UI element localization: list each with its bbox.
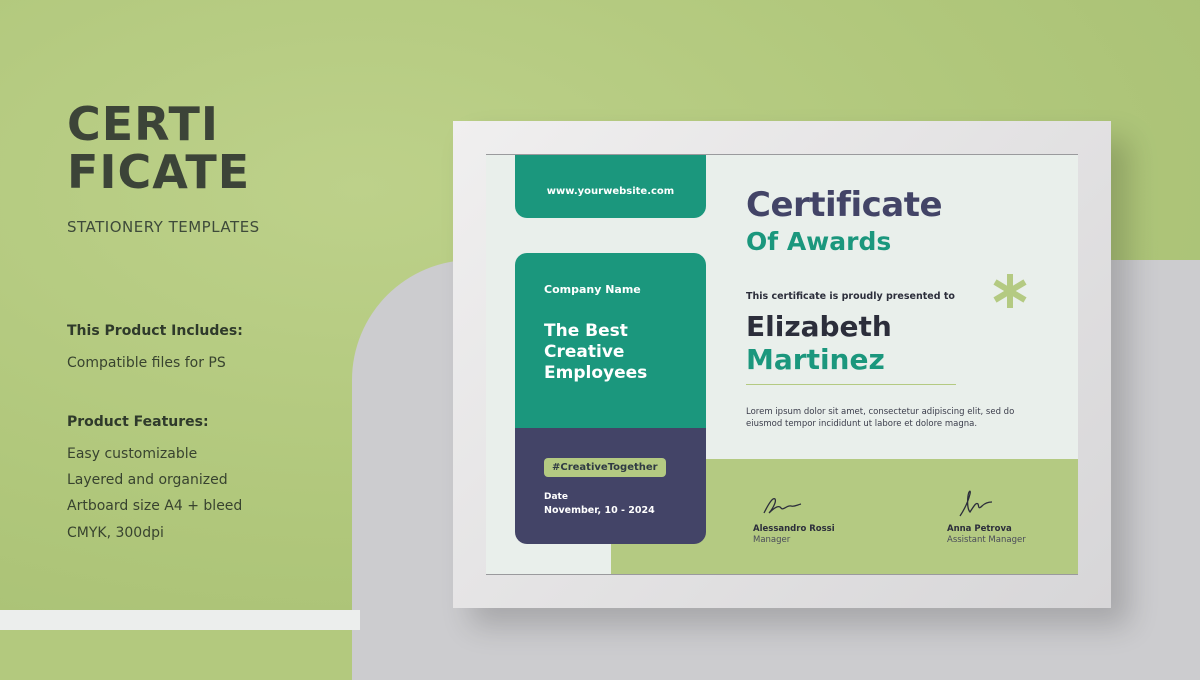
award-card: Company Name The Best Creative Employees… <box>515 253 706 544</box>
description-text: Lorem ipsum dolor sit amet, consectetur … <box>746 407 1015 429</box>
signature-icon <box>761 493 805 521</box>
signature-name: Alessandro Rossi <box>753 524 835 534</box>
features-item: Layered and organized <box>67 472 228 488</box>
recipient-last-name: Martinez <box>746 343 885 376</box>
backdrop-strip <box>0 610 360 630</box>
promo-title: CERTI FICATE <box>67 100 250 196</box>
certificate: www.yourwebsite.com Company Name The Bes… <box>486 155 1078 574</box>
website-text: www.yourwebsite.com <box>546 186 675 197</box>
date-value: November, 10 - 2024 <box>544 505 655 516</box>
includes-item: Compatible files for PS <box>67 355 226 371</box>
features-item: Artboard size A4 + bleed <box>67 498 243 514</box>
features-heading: Product Features: <box>67 414 209 430</box>
name-underline <box>746 384 956 385</box>
features-item: CMYK, 300dpi <box>67 525 164 541</box>
signature-icon <box>956 488 996 524</box>
company-name: Company Name <box>544 283 641 296</box>
certificate-title: Certificate <box>746 185 943 225</box>
signature-name: Anna Petrova <box>947 524 1012 534</box>
features-item: Easy customizable <box>67 446 198 462</box>
asterisk-icon <box>991 272 1029 314</box>
includes-heading: This Product Includes: <box>67 323 243 339</box>
award-title: The Best Creative Employees <box>544 321 648 383</box>
date-label: Date <box>544 492 568 502</box>
promo-subtitle: STATIONERY TEMPLATES <box>67 218 260 236</box>
certificate-subtitle: Of Awards <box>746 227 892 256</box>
recipient-first-name: Elizabeth <box>746 310 892 343</box>
signature-role: Manager <box>753 535 791 545</box>
promo-title-line2: FICATE <box>67 145 251 199</box>
award-card-bottom <box>515 428 706 544</box>
hashtag-badge: #CreativeTogether <box>544 458 666 477</box>
promo-title-line1: CERTI <box>67 97 220 151</box>
website-card: www.yourwebsite.com <box>515 155 706 218</box>
signature-role: Assistant Manager <box>947 535 1026 545</box>
presented-text: This certificate is proudly presented to <box>746 291 955 302</box>
